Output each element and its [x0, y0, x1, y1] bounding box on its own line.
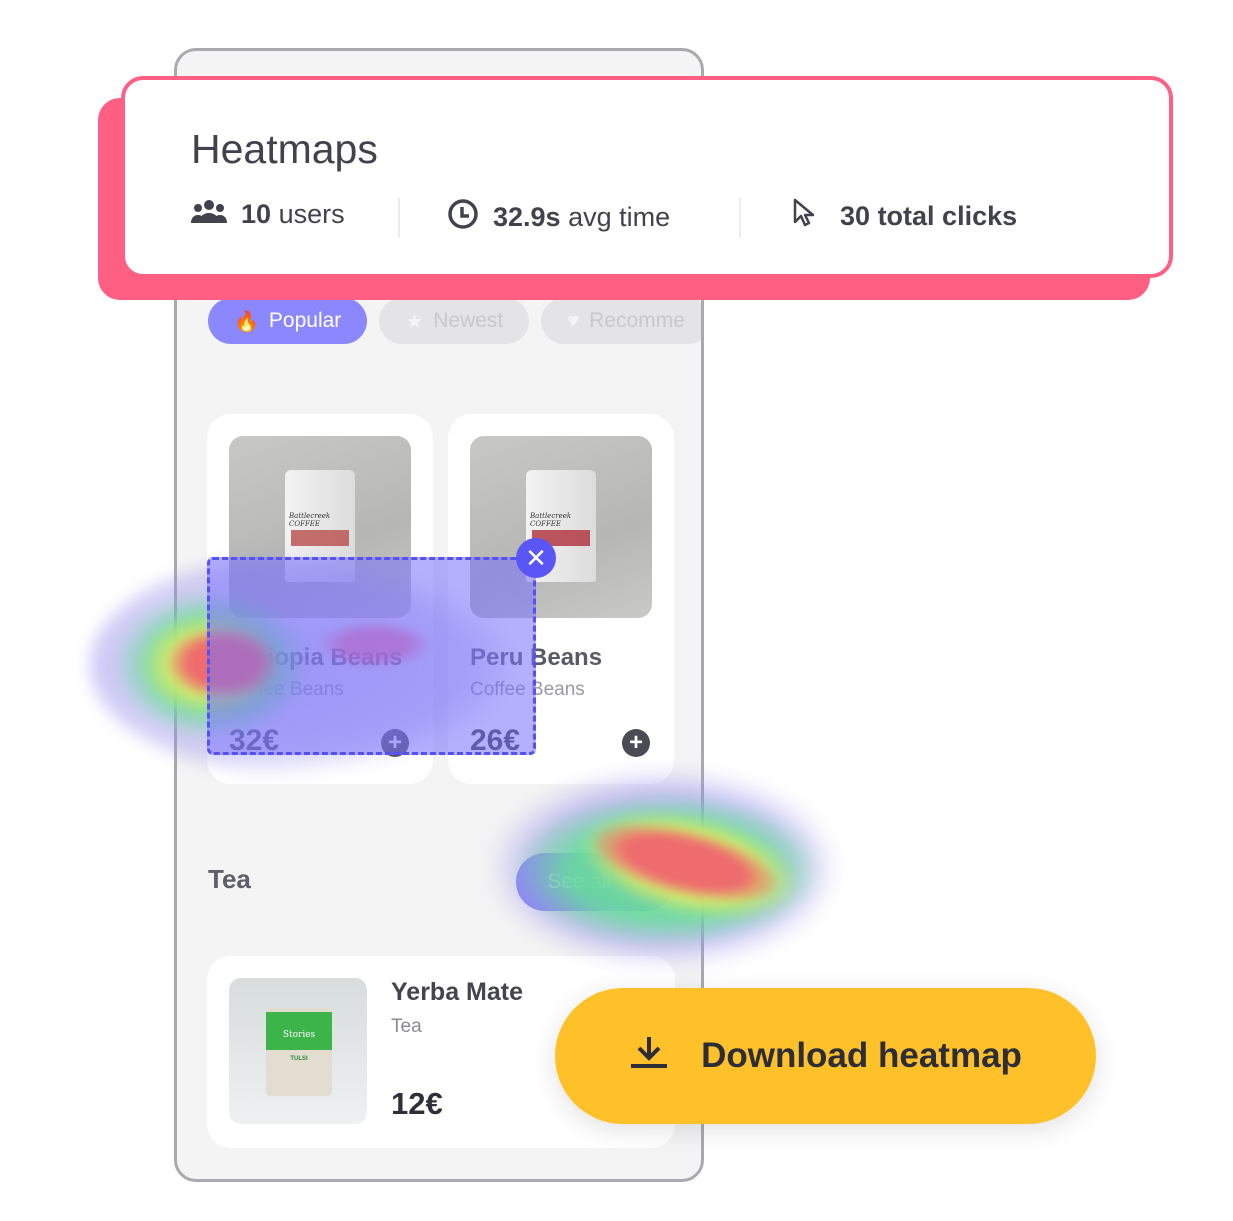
flame-icon: 🔥: [234, 310, 259, 333]
tea-sub: TULSI: [290, 1056, 308, 1062]
stats-title: Heatmaps: [191, 126, 378, 172]
see-all-label: See all: [547, 870, 612, 893]
filter-popular[interactable]: 🔥 Popular: [208, 298, 368, 344]
product-price: 12€: [391, 1086, 443, 1121]
filter-label: Recomme: [589, 309, 685, 332]
star-icon: ★: [405, 310, 424, 333]
bag-brand: Battlecreek COFFEE: [530, 512, 572, 528]
close-selection-button[interactable]: ✕: [516, 538, 556, 578]
stat-avg-time: 32.9s avg time: [447, 198, 670, 237]
cursor-icon: [792, 198, 818, 235]
stat-value: 32.9s: [493, 202, 561, 232]
download-heatmap-button[interactable]: Download heatmap: [555, 988, 1096, 1124]
product-category: Tea: [391, 1016, 422, 1037]
product-image: Stories TULSI: [229, 978, 367, 1124]
heart-icon: ♥: [567, 309, 580, 332]
stat-divider: [739, 198, 741, 238]
clock-icon: [447, 198, 479, 237]
stat-label: users: [278, 199, 345, 229]
users-icon: [191, 198, 227, 231]
stat-value: 10: [241, 199, 272, 229]
see-all-button[interactable]: See all →: [516, 853, 674, 911]
filter-newest[interactable]: ★ Newest: [379, 298, 530, 344]
product-name: Yerba Mate: [391, 978, 524, 1006]
download-icon: [629, 1035, 669, 1078]
arrow-right-icon: →: [621, 870, 643, 893]
stat-value: 30: [840, 201, 871, 231]
filter-chips: 🔥 Popular ★ Newest ♥ Recomme: [208, 298, 701, 344]
stat-label: avg time: [568, 202, 671, 232]
section-title-tea: Tea: [208, 864, 251, 894]
filter-recommended[interactable]: ♥ Recomme: [541, 298, 701, 344]
add-to-cart-button[interactable]: +: [622, 729, 650, 757]
stat-divider: [398, 198, 400, 238]
stat-total-clicks: 30 total clicks: [792, 198, 1017, 235]
stats-card: Heatmaps 10 users 32.9s avg time 30 tota…: [121, 76, 1173, 278]
heatmap-selection-area[interactable]: [207, 557, 536, 755]
tea-brand: Stories: [266, 1012, 332, 1050]
filter-label: Newest: [433, 309, 504, 332]
download-label: Download heatmap: [701, 1036, 1022, 1075]
stat-users: 10 users: [191, 198, 345, 231]
stat-label: total clicks: [877, 201, 1018, 231]
filter-label: Popular: [268, 309, 342, 332]
bag-brand: Battlecreek COFFEE: [289, 512, 331, 528]
tea-bag: Stories TULSI: [266, 1008, 332, 1096]
